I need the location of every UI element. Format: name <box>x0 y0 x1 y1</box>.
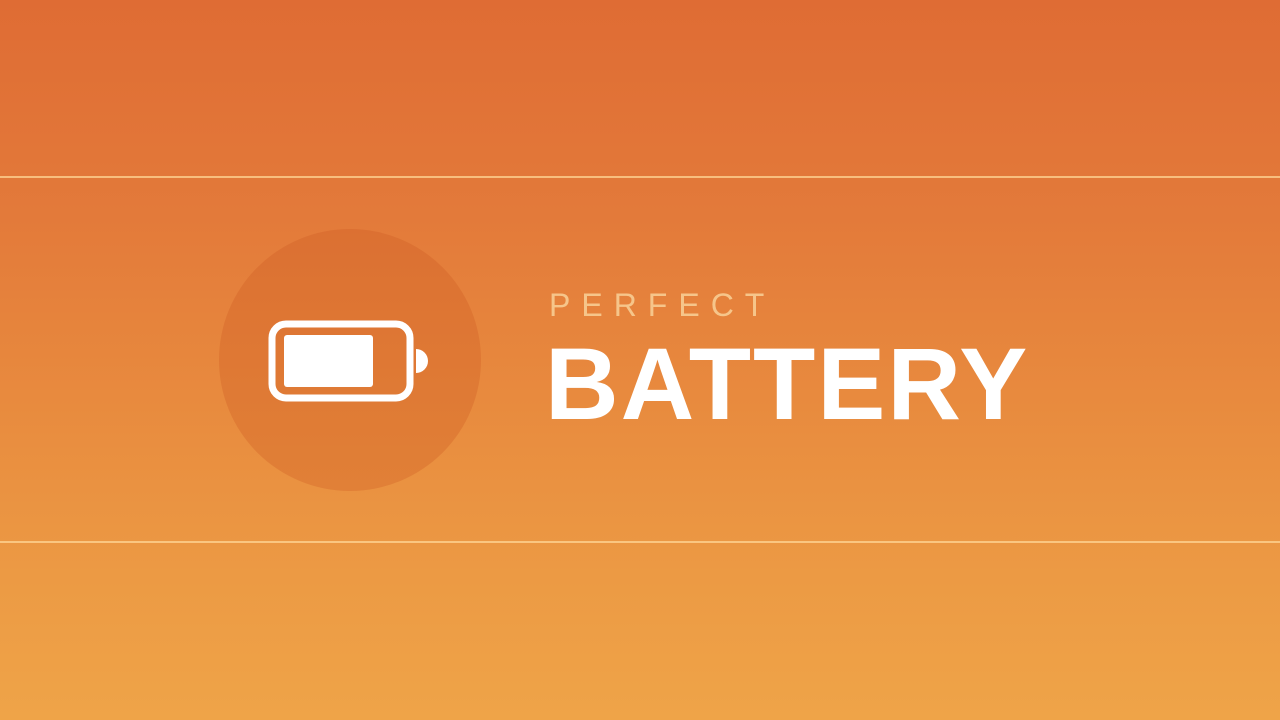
banner-title: BATTERY <box>545 327 1030 441</box>
bottom-divider-line <box>0 541 1280 543</box>
banner-subtitle: PERFECT <box>549 287 776 323</box>
battery-fill <box>284 335 373 387</box>
top-divider-line <box>0 176 1280 178</box>
battery-terminal <box>416 349 428 373</box>
battery-icon <box>268 320 428 402</box>
